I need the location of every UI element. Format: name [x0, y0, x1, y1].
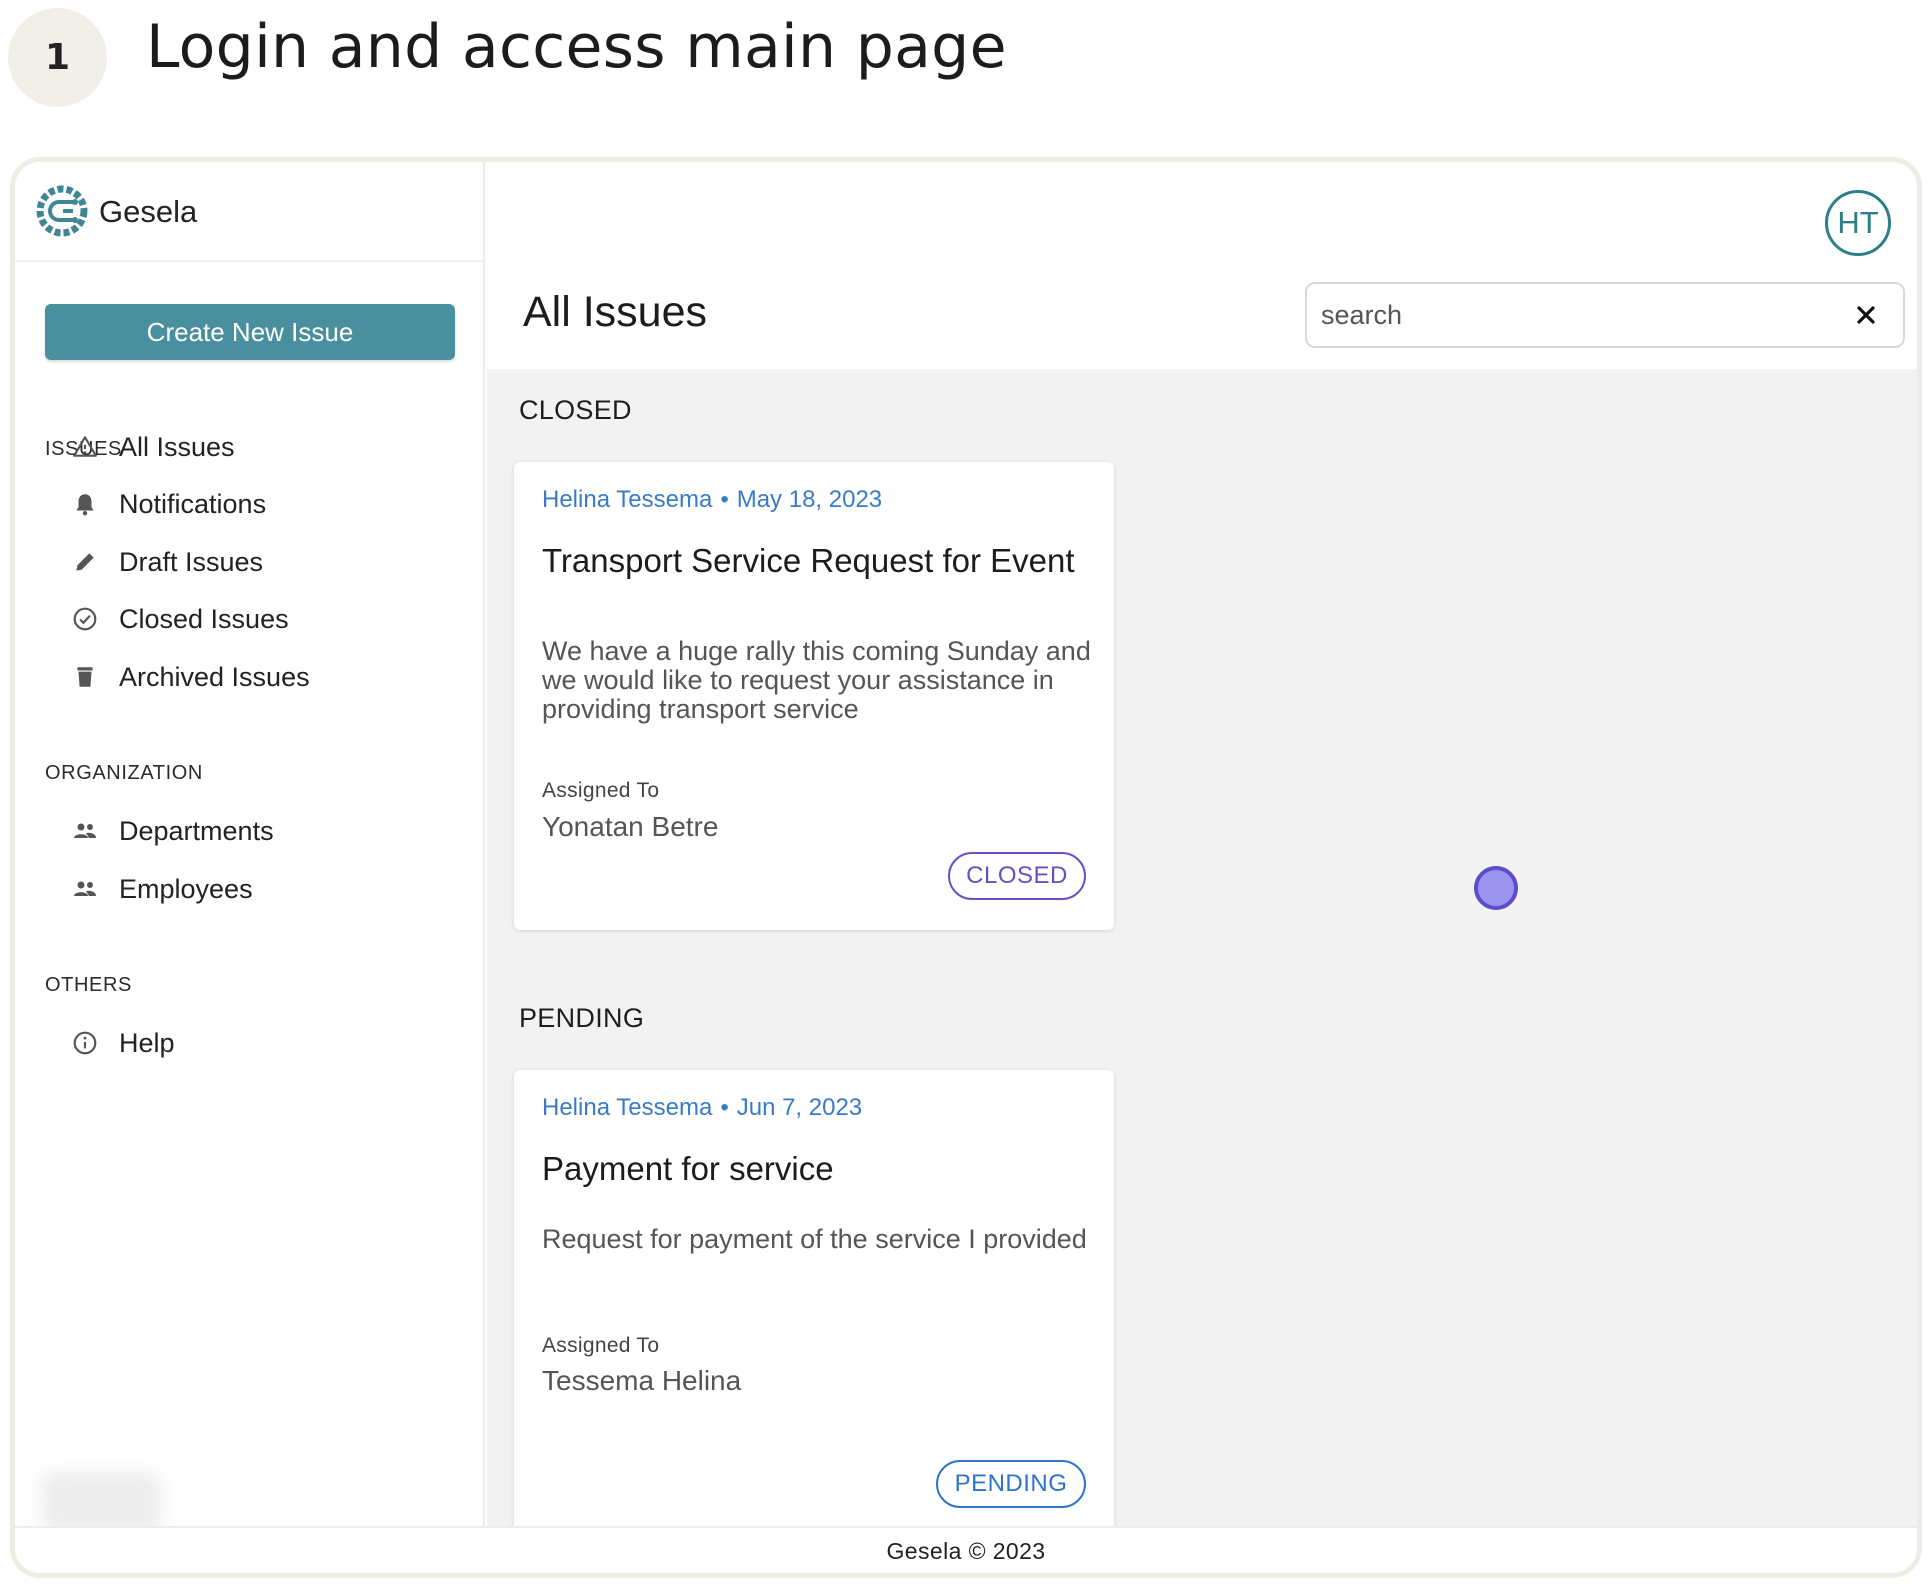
close-icon[interactable] [1849, 298, 1883, 332]
assigned-to-label: Assigned To [542, 1334, 660, 1357]
app-window: Gesela Create New Issue ISSUES All Issue… [10, 157, 1922, 1578]
sidebar-item-employees[interactable]: Employees [70, 865, 450, 913]
sidebar-item-archived-issues[interactable]: Archived Issues [70, 653, 450, 701]
issue-author[interactable]: Helina Tessema [542, 1094, 712, 1121]
assigned-to-label: Assigned To [542, 779, 660, 802]
info-circle-icon [70, 1028, 100, 1058]
step-number-badge: 1 [8, 8, 107, 107]
meta-separator: • [720, 1094, 729, 1121]
search-input[interactable] [1321, 294, 1841, 336]
sidebar-item-label: All Issues [119, 431, 235, 462]
sidebar-item-label: Notifications [119, 488, 267, 519]
step-header: 1 Login and access main page [0, 0, 1930, 150]
create-new-issue-button[interactable]: Create New Issue [45, 304, 455, 360]
status-badge: CLOSED [948, 852, 1086, 900]
brand-name: Gesela [99, 194, 198, 229]
meta-separator: • [720, 486, 729, 513]
gesela-logo-icon [36, 185, 88, 237]
issue-card[interactable]: Helina Tessema • May 18, 2023 Transport Se… [514, 462, 1114, 930]
sidebar-item-label: Archived Issues [119, 661, 310, 692]
people-icon [70, 816, 100, 846]
issue-title: Transport Service Request for Event [542, 542, 1075, 579]
section-label-others: OTHERS [45, 974, 132, 996]
sidebar-item-label: Draft Issues [119, 546, 264, 577]
page-title: All Issues [523, 288, 708, 336]
pencil-icon [70, 547, 100, 577]
sidebar-item-notifications[interactable]: Notifications [70, 480, 450, 528]
group-title-pending: PENDING [519, 1003, 645, 1033]
issue-date: Jun 7, 2023 [736, 1094, 863, 1121]
trash-icon [70, 662, 100, 692]
user-avatar[interactable]: HT [1825, 190, 1891, 256]
sidebar-item-draft-issues[interactable]: Draft Issues [70, 538, 450, 586]
section-label-organization: ORGANIZATION [45, 762, 203, 784]
brand-header: Gesela [15, 162, 485, 262]
issues-list: CLOSED Helina Tessema • May 18, 2023 Trans… [487, 369, 1917, 1550]
step-title: Login and access main page [146, 12, 1007, 82]
blurred-widget [41, 1472, 161, 1532]
sidebar-item-label: Closed Issues [119, 603, 289, 634]
assignee-name: Yonatan Betre [542, 811, 719, 842]
issue-description: We have a huge rally this coming Sunday … [542, 636, 1091, 724]
bell-icon [70, 489, 100, 519]
issue-author[interactable]: Helina Tessema [542, 486, 712, 513]
sidebar-item-closed-issues[interactable]: Closed Issues [70, 595, 450, 643]
assignee-name: Tessema Helina [542, 1365, 742, 1396]
sidebar-item-label: Departments [119, 815, 274, 846]
footer-copyright: Gesela © 2023 [886, 1538, 1046, 1564]
sidebar-item-label: Employees [119, 873, 253, 904]
people-icon [70, 874, 100, 904]
issue-date: May 18, 2023 [736, 486, 883, 513]
issue-meta: Helina Tessema • May 18, 2023 [542, 486, 882, 514]
check-circle-icon [70, 604, 100, 634]
issue-card[interactable]: Helina Tessema • Jun 7, 2023 Payment for s… [514, 1070, 1114, 1550]
sidebar-item-departments[interactable]: Departments [70, 807, 450, 855]
warning-triangle-icon [70, 432, 100, 462]
footer: Gesela © 2023 [15, 1526, 1917, 1573]
search-box [1305, 282, 1905, 348]
issue-description: Request for payment of the service I pro… [542, 1224, 1087, 1254]
sidebar: Gesela Create New Issue ISSUES All Issue… [15, 162, 485, 1532]
issue-title: Payment for service [542, 1150, 834, 1187]
issue-meta: Helina Tessema • Jun 7, 2023 [542, 1094, 862, 1122]
click-indicator [1474, 866, 1518, 910]
sidebar-item-help[interactable]: Help [70, 1019, 450, 1067]
sidebar-item-all-issues[interactable]: All Issues [70, 423, 450, 471]
group-title-closed: CLOSED [519, 395, 632, 425]
main-header: HT All Issues [487, 162, 1917, 369]
sidebar-item-label: Help [119, 1027, 175, 1058]
status-badge: PENDING [936, 1460, 1086, 1508]
